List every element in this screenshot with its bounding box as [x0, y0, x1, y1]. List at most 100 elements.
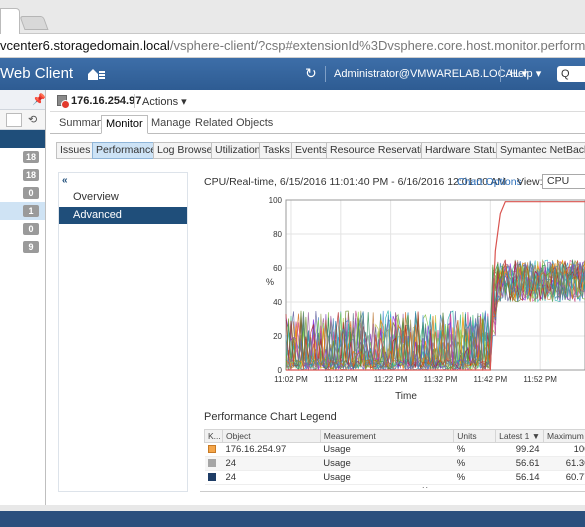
y-tick-label: 60 — [273, 264, 282, 273]
navigator-item[interactable]: 0 — [0, 184, 45, 202]
legend-measurement: Usage — [320, 442, 454, 457]
subtab-utilization[interactable]: Utilization — [211, 142, 265, 159]
navigator-back-button[interactable] — [6, 113, 22, 127]
series-swatch — [207, 473, 216, 482]
x-tick-label: 11:12 PM — [324, 375, 358, 384]
x-tick-label: 11:22 PM — [374, 375, 408, 384]
legend-object: 24 — [222, 456, 321, 471]
browser-tab[interactable] — [0, 8, 20, 34]
legend-col-units[interactable]: Units — [453, 429, 497, 443]
count-badge: 1 — [23, 205, 39, 217]
host-alert-icon — [57, 95, 70, 109]
actions-menu[interactable]: Actions ▾ — [142, 95, 187, 108]
legend-object: 176.16.254.97 — [222, 442, 321, 457]
legend-maximum: 100 — [543, 442, 585, 457]
x-tick-label: 11:52 PM — [523, 375, 557, 384]
y-tick-label: 20 — [273, 332, 282, 341]
new-tab-button[interactable] — [19, 16, 49, 30]
count-badge: 18 — [22, 169, 39, 181]
navigator-toolbar: ⟲ — [0, 110, 45, 130]
divider — [134, 94, 135, 108]
legend-table: K... Object Measurement Units Latest 1 ▼… — [204, 429, 585, 485]
help-menu[interactable]: Help ▾ — [510, 67, 541, 80]
legend-units: % — [453, 442, 496, 457]
y-tick-label: 40 — [273, 298, 282, 307]
legend-latest: 56.61 — [495, 456, 544, 471]
count-badge: 0 — [23, 187, 39, 199]
navigator-item[interactable]: 18 — [0, 166, 45, 184]
legend-col-object[interactable]: Object — [221, 429, 321, 443]
navigator-item[interactable]: 1 — [0, 202, 45, 220]
performance-chart: 0 20 40 60 80 100 11:02 PM 11:12 PM 11:22 PM 11:3… — [266, 196, 585, 402]
legend-row[interactable]: 24 Usage % 56.14 60.77 — [204, 470, 585, 485]
collapse-icon[interactable]: « — [62, 175, 68, 186]
user-name: Administrator@VMWARELAB.LOCAL — [334, 68, 519, 80]
tab-manage[interactable]: Manage — [147, 115, 195, 134]
performance-view-nav: « Overview Advanced — [58, 172, 188, 492]
history-icon[interactable]: ⟲ — [28, 113, 37, 126]
legend-maximum: 60.77 — [543, 470, 585, 485]
app-title: Web Client — [0, 65, 74, 82]
subtab-tasks[interactable]: Tasks — [259, 142, 294, 159]
legend-units: % — [453, 470, 496, 485]
legend-col-key[interactable]: K... — [204, 429, 223, 443]
panel-divider — [200, 491, 585, 492]
navigator-item[interactable]: 0 — [0, 220, 45, 238]
perf-nav-overview[interactable]: Overview — [59, 189, 187, 206]
subtab-issues[interactable]: Issues — [56, 142, 95, 159]
pin-icon[interactable]: 📌 — [32, 93, 46, 106]
y-tick-label: 80 — [273, 230, 282, 239]
primary-tabs: Summary Monitor Manage Related Objects — [50, 112, 585, 134]
subtab-hardware-status[interactable]: Hardware Status — [421, 142, 508, 159]
subtab-symantec-netbackup[interactable]: Symantec NetBackup — [496, 142, 585, 159]
refresh-icon[interactable]: ↻ — [305, 65, 317, 82]
chevron-down-icon: ▾ — [535, 68, 542, 80]
view-select[interactable]: CPU — [542, 174, 585, 189]
legend-units: % — [453, 456, 496, 471]
legend-latest: 56.14 — [495, 470, 544, 485]
legend-object: 24 — [222, 470, 321, 485]
legend-key-cell — [204, 442, 223, 457]
x-axis-label: Time — [395, 391, 417, 402]
browser-tab-bar — [0, 0, 585, 34]
actions-label: Actions — [142, 96, 179, 108]
legend-col-latest[interactable]: Latest 1 ▼ — [495, 429, 545, 443]
x-tick-label: 11:02 PM — [274, 375, 308, 384]
navigator-item[interactable]: 18 — [0, 148, 45, 166]
legend-title: Performance Chart Legend — [204, 411, 337, 423]
perf-nav-advanced[interactable]: Advanced — [59, 207, 187, 224]
legend-key-cell — [204, 470, 223, 485]
view-label: View: — [517, 176, 543, 188]
navigator-item[interactable]: 9 — [0, 238, 45, 256]
legend-measurement: Usage — [320, 456, 454, 471]
user-menu[interactable]: Administrator@VMWARELAB.LOCAL ▾ — [334, 67, 527, 80]
subtab-performance[interactable]: Performance — [92, 142, 161, 159]
navigator-selected-item[interactable] — [0, 130, 45, 148]
chevron-down-icon: ▾ — [181, 96, 187, 108]
object-bar: 176.16.254.97 Actions ▾ — [50, 90, 585, 112]
header-divider — [325, 66, 326, 82]
tab-monitor[interactable]: Monitor — [101, 115, 148, 134]
count-badge: 9 — [23, 241, 39, 253]
y-tick-label: 0 — [278, 366, 283, 375]
legend-measurement: Usage — [320, 470, 454, 485]
legend-col-measurement[interactable]: Measurement — [319, 429, 455, 443]
navigator-header: 📌 — [0, 90, 46, 110]
legend-maximum: 61.30 — [543, 456, 585, 471]
count-badge: 0 — [23, 223, 39, 235]
legend-latest: 99.24 — [495, 442, 544, 457]
legend-row[interactable]: 176.16.254.97 Usage % 99.24 100 — [204, 442, 585, 457]
address-bar[interactable]: vcenter6.storagedomain.local/vsphere-cli… — [0, 34, 585, 58]
search-input[interactable]: Q — [557, 66, 585, 82]
chart-options-link[interactable]: Chart Options — [457, 176, 522, 188]
series-swatch — [207, 459, 216, 468]
legend-row[interactable]: 24 Usage % 56.61 61.30 — [204, 456, 585, 471]
subtab-log-browser[interactable]: Log Browser — [153, 142, 220, 159]
tab-related-objects[interactable]: Related Objects — [191, 115, 277, 134]
header-divider — [500, 66, 501, 82]
resize-handle[interactable]: :: — [422, 484, 429, 494]
home-menu-icon[interactable] — [87, 66, 105, 82]
help-label: Help — [510, 68, 533, 80]
count-badge: 18 — [22, 151, 39, 163]
legend-col-maximum[interactable]: Maximum — [543, 429, 585, 443]
